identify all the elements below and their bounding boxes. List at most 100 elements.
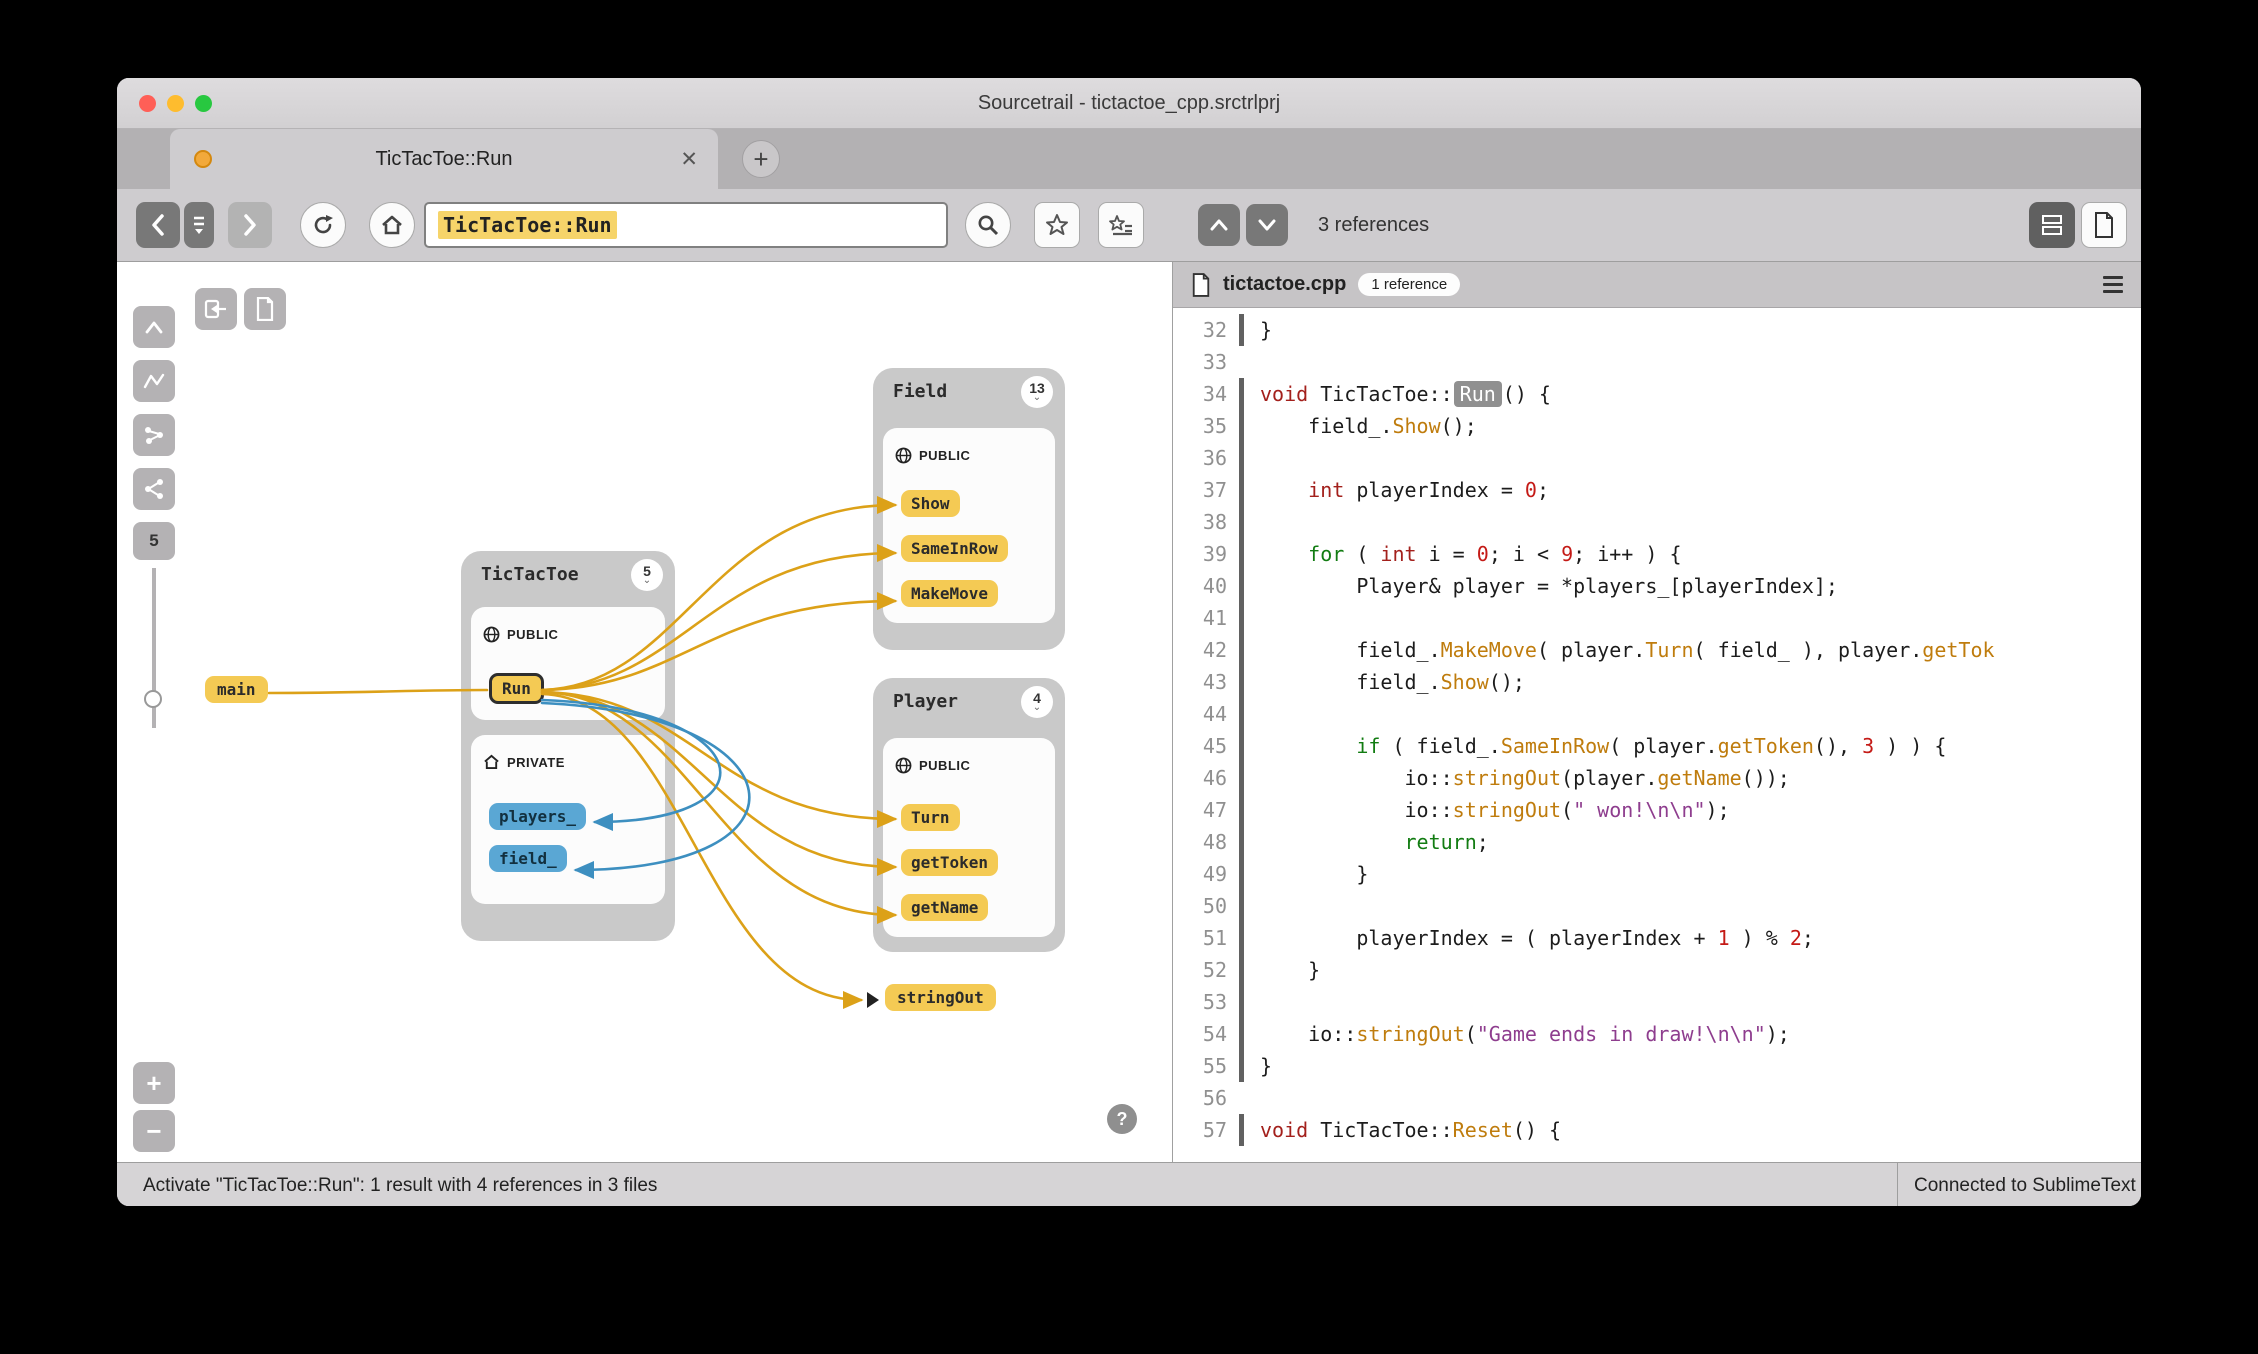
code-text: } — [1260, 858, 1368, 890]
references-count-label: 3 references — [1318, 189, 1429, 261]
function-token[interactable]: getName — [1657, 766, 1741, 790]
code-token: } — [1260, 318, 1272, 342]
function-token[interactable]: stringOut — [1453, 766, 1561, 790]
collapse-chevron-icon: ⌄ — [1033, 393, 1041, 403]
function-token[interactable]: SameInRow — [1501, 734, 1609, 758]
function-token[interactable]: Show — [1392, 414, 1440, 438]
function-token[interactable]: getToken — [1718, 734, 1814, 758]
function-token[interactable]: getTok — [1922, 638, 1994, 662]
graph-node-gettoken[interactable]: getToken — [901, 849, 998, 876]
graph-node-show[interactable]: Show — [901, 490, 960, 517]
function-token[interactable]: Reset — [1453, 1118, 1513, 1142]
code-line: 40 Player& player = *players_[playerInde… — [1173, 570, 2141, 602]
graph-panel[interactable]: 5 + − TicTacToe 5⌄ PUBLIC — [117, 262, 1173, 1162]
active-symbol-token[interactable]: Run — [1454, 381, 1502, 407]
graph-node-stringout[interactable]: stringOut — [885, 984, 996, 1011]
function-token[interactable]: stringOut — [1356, 1022, 1464, 1046]
overview-button[interactable] — [244, 288, 286, 330]
home-icon — [380, 213, 404, 237]
graph-class-tictactoe[interactable]: TicTacToe 5⌄ PUBLIC Run — [461, 551, 675, 941]
scope-marker — [1239, 1114, 1244, 1146]
code-area[interactable]: 32}3334void TicTacToe::Run() {35 field_.… — [1173, 308, 2141, 1146]
code-line: 37 int playerIndex = 0; — [1173, 474, 2141, 506]
code-token: if — [1356, 734, 1380, 758]
graph-node-run[interactable]: Run — [489, 673, 544, 704]
class-name[interactable]: Field — [893, 381, 947, 402]
function-token[interactable]: MakeMove — [1441, 638, 1537, 662]
graph-node-makemove[interactable]: MakeMove — [901, 580, 998, 607]
history-dropdown-button[interactable] — [184, 202, 214, 248]
tab-tictactoe-run[interactable]: TicTacToe::Run ✕ — [170, 129, 718, 189]
stringout-expand-icon[interactable] — [867, 992, 879, 1008]
scope-marker — [1239, 858, 1244, 890]
graph-node-sameinrow[interactable]: SameInRow — [901, 535, 1008, 562]
search-input[interactable]: TicTacToe::Run — [424, 202, 948, 248]
new-tab-button[interactable]: + — [742, 140, 780, 178]
single-file-view-button[interactable] — [2081, 202, 2127, 248]
help-button[interactable]: ? — [1107, 1104, 1137, 1134]
edge-display-button[interactable] — [133, 360, 175, 402]
next-reference-button[interactable] — [1246, 204, 1288, 246]
graph-node-getname[interactable]: getName — [901, 894, 988, 921]
bookmark-button[interactable] — [1034, 202, 1080, 248]
file-header[interactable]: tictactoe.cpp 1 reference — [1173, 262, 2141, 308]
function-token[interactable]: Turn — [1645, 638, 1693, 662]
code-line: 38 — [1173, 506, 2141, 538]
class-count-badge[interactable]: 4⌄ — [1021, 686, 1053, 718]
line-number: 41 — [1173, 602, 1227, 634]
scope-marker — [1239, 1050, 1244, 1082]
code-line: 33 — [1173, 346, 2141, 378]
previous-reference-button[interactable] — [1198, 204, 1240, 246]
snippet-view-button[interactable] — [2029, 202, 2075, 248]
line-number: 53 — [1173, 986, 1227, 1018]
tab-status-icon — [194, 150, 212, 168]
function-token[interactable]: Show — [1441, 670, 1489, 694]
graph-depth-slider-handle[interactable] — [144, 690, 162, 708]
back-button[interactable] — [136, 202, 180, 248]
custom-trail-button[interactable] — [195, 288, 237, 330]
home-button[interactable] — [369, 202, 415, 248]
code-line: 53 — [1173, 986, 2141, 1018]
code-token: 3 — [1862, 734, 1874, 758]
forward-button[interactable] — [228, 202, 272, 248]
bookmark-list-button[interactable] — [1098, 202, 1144, 248]
graph-node-field[interactable]: field_ — [489, 845, 567, 872]
code-token: 2 — [1790, 926, 1802, 950]
code-line: 56 — [1173, 1082, 2141, 1114]
graph-class-field[interactable]: Field 13⌄ PUBLIC Show SameInRow MakeMove — [873, 368, 1065, 650]
class-name[interactable]: TicTacToe — [481, 564, 579, 585]
tab-close-icon[interactable]: ✕ — [680, 129, 698, 189]
caret-up-icon — [144, 319, 164, 335]
node-layout-button[interactable] — [133, 414, 175, 456]
title-bar[interactable]: Sourcetrail - tictactoe_cpp.srctrlprj — [117, 78, 2141, 129]
class-count-badge[interactable]: 13⌄ — [1021, 376, 1053, 408]
graph-node-players[interactable]: players_ — [489, 803, 586, 830]
zoom-in-button[interactable]: + — [133, 1062, 175, 1104]
function-token[interactable]: stringOut — [1453, 798, 1561, 822]
class-name[interactable]: Player — [893, 691, 958, 712]
scope-marker — [1239, 602, 1244, 634]
line-number: 35 — [1173, 410, 1227, 442]
zoom-out-button[interactable]: − — [133, 1110, 175, 1152]
file-menu-icon[interactable] — [2103, 276, 2123, 293]
window-title: Sourcetrail - tictactoe_cpp.srctrlprj — [117, 78, 2141, 128]
graph-class-player[interactable]: Player 4⌄ PUBLIC Turn getToken getName — [873, 678, 1065, 952]
search-button[interactable] — [965, 202, 1011, 248]
graph-collapse-button[interactable] — [133, 306, 175, 348]
line-number: 57 — [1173, 1114, 1227, 1146]
class-count-badge[interactable]: 5⌄ — [631, 559, 663, 591]
file-icon — [1191, 272, 1211, 298]
graph-node-main[interactable]: main — [205, 676, 268, 703]
collapse-chevron-icon: ⌄ — [1033, 703, 1041, 713]
code-token: io:: — [1260, 766, 1453, 790]
share-graph-button[interactable] — [133, 468, 175, 510]
scope-marker — [1239, 634, 1244, 666]
scope-marker — [1239, 442, 1244, 474]
refresh-button[interactable] — [300, 202, 346, 248]
file-name[interactable]: tictactoe.cpp — [1223, 273, 1346, 296]
graph-node-turn[interactable]: Turn — [901, 804, 960, 831]
code-token: ( field_. — [1380, 734, 1500, 758]
app-window: Sourcetrail - tictactoe_cpp.srctrlprj Ti… — [117, 78, 2141, 1206]
line-number: 40 — [1173, 570, 1227, 602]
edge-main-run[interactable] — [269, 690, 487, 693]
